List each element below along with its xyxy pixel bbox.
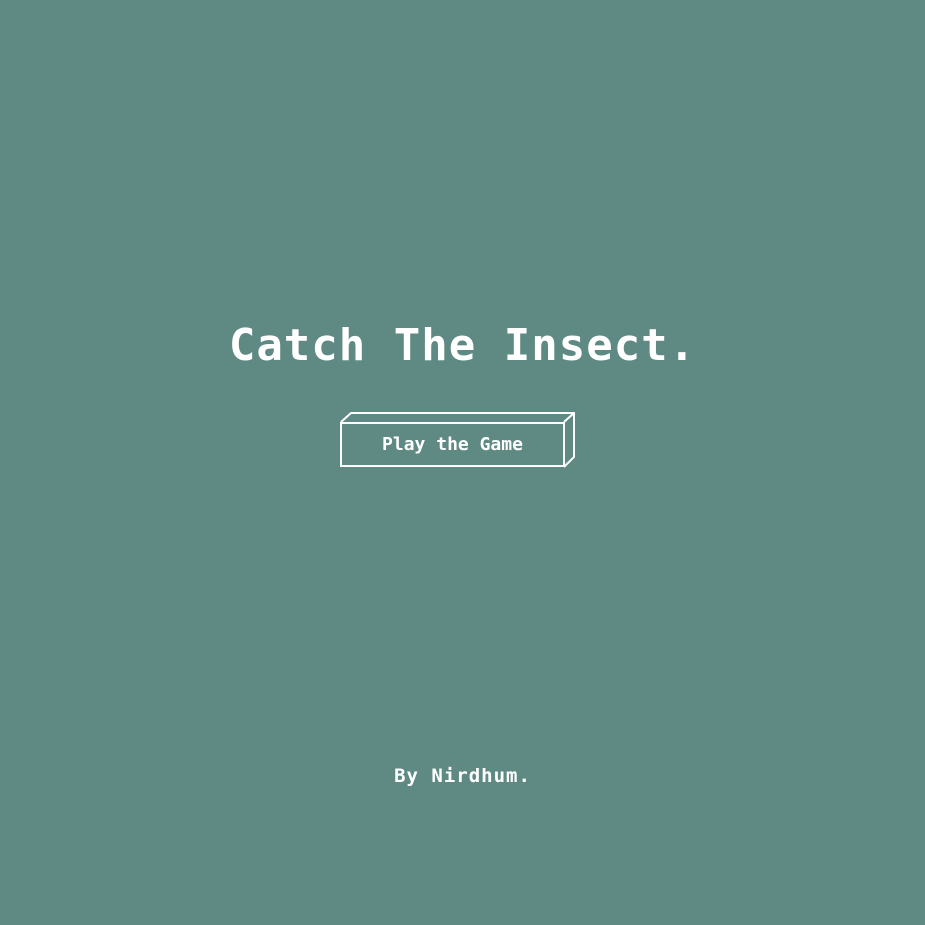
play-button-container: Play the Game [340, 412, 576, 468]
author-credit: By Nirdhum. [394, 765, 531, 787]
game-title: Catch The Insect. [228, 320, 697, 371]
play-game-button[interactable]: Play the Game [340, 422, 565, 467]
